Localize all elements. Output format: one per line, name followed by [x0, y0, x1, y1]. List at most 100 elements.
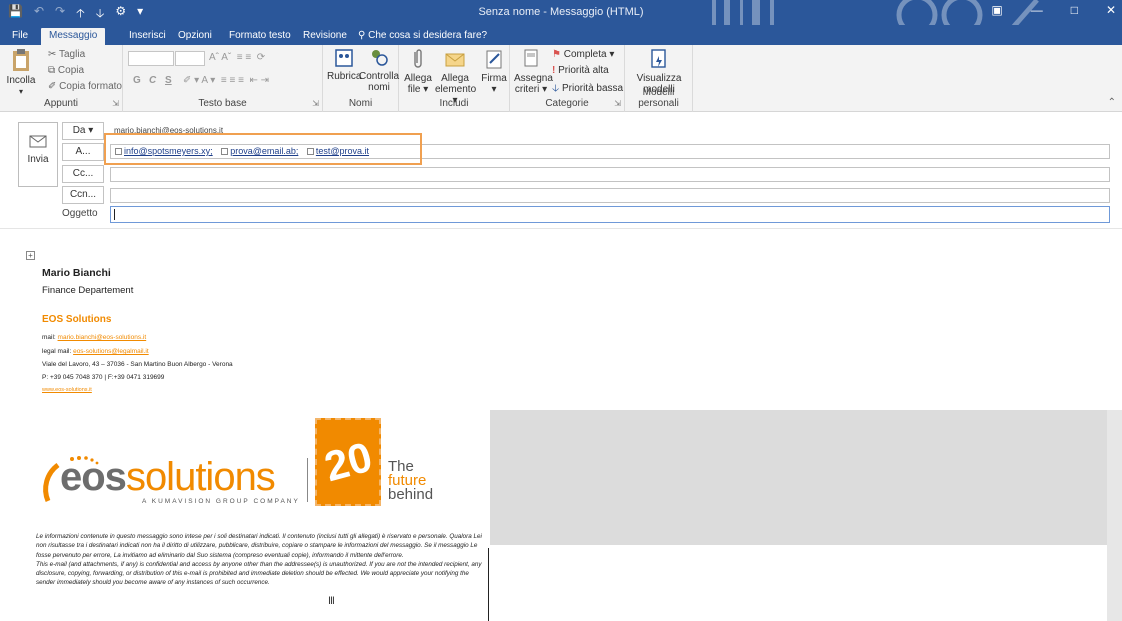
disclaimer-italian: Le informazioni contenute in questo mess…: [36, 533, 482, 559]
eos-wordmark: eossolutions: [60, 455, 276, 499]
divider: [488, 548, 489, 621]
follow-up-button[interactable]: ⚑ Completa ▾: [552, 49, 614, 60]
high-priority-button[interactable]: ! Priorità alta: [552, 65, 609, 76]
signature-company: EOS Solutions: [42, 314, 112, 325]
dialog-launcher-icon[interactable]: ⇲: [614, 99, 621, 108]
bcc-button[interactable]: Ccn...: [62, 186, 104, 204]
to-button[interactable]: A...: [62, 143, 104, 161]
paste-icon: [13, 49, 29, 71]
brush-icon: ✐: [48, 81, 57, 92]
group-appunti: Incolla ▾ ✂ Taglia ⧉ Copia ✐ Copia format…: [0, 45, 123, 112]
group-label: Nomi: [348, 98, 373, 109]
tab-opzioni[interactable]: Opzioni: [170, 28, 220, 45]
from-button[interactable]: Da ▾: [62, 122, 104, 140]
close-icon[interactable]: ✕: [1106, 3, 1116, 17]
anniversary-number: 20: [319, 432, 377, 491]
signature-legal-row: legal mail: eos-solutions@legalmail.it: [42, 348, 149, 355]
signature-icon: [486, 50, 502, 69]
format-painter-button[interactable]: ✐ Copia formato: [48, 81, 122, 92]
maximize-icon[interactable]: □: [1071, 3, 1078, 17]
ribbon: Incolla ▾ ✂ Taglia ⧉ Copia ✐ Copia format…: [0, 45, 1122, 112]
send-button[interactable]: Invia: [18, 122, 58, 187]
tab-file[interactable]: File: [4, 28, 36, 45]
group-label: Appunti: [44, 98, 78, 109]
minimize-icon[interactable]: —: [1031, 3, 1043, 17]
bcc-field[interactable]: [110, 188, 1110, 203]
down-arrow-icon: 🡣: [552, 83, 560, 94]
low-priority-button[interactable]: 🡣 Priorità bassa: [552, 81, 623, 98]
logo-slogan: The future behind: [388, 458, 434, 503]
underline-button[interactable]: S: [165, 75, 172, 86]
group-modelli-personali: Visualizza modelli Modelli personali: [625, 45, 693, 112]
bold-button[interactable]: G: [133, 75, 141, 86]
message-body[interactable]: + Mario Bianchi Finance Departement EOS …: [18, 229, 1110, 411]
group-nomi: Rubrica Controlla nomi Nomi: [323, 45, 399, 112]
assign-policy-button[interactable]: Assegna criteri ▾: [514, 48, 553, 95]
font-size-buttons[interactable]: Aˆ Aˇ ≡ ≡ ⟳: [209, 52, 265, 63]
scroll-strip[interactable]: [1107, 410, 1122, 621]
signature-button[interactable]: Firma ▾: [479, 48, 509, 95]
ribbon-tabs: File Messaggio Inserisci Opzioni Formato…: [0, 25, 1122, 45]
italic-button[interactable]: C: [149, 75, 156, 86]
ribbon-display-icon[interactable]: ▣: [991, 3, 1002, 17]
highlight-color-button[interactable]: ✐ ▾ A ▾ ≡ ≡ ≡ ⇤ ⇥: [183, 75, 269, 86]
group-label: Testo base: [198, 98, 247, 109]
group-label: Categorie: [545, 98, 589, 109]
flag-icon: ⚑: [552, 49, 561, 60]
dialog-launcher-icon[interactable]: ⇲: [112, 99, 119, 108]
signature-name: Mario Bianchi: [42, 267, 111, 279]
tell-me-search[interactable]: ⚲ Che cosa si desidera fare?: [350, 28, 495, 45]
group-label: Includi: [439, 98, 469, 109]
expand-icon[interactable]: +: [26, 251, 35, 260]
disclaimer-english: This e-mail (and attachments, if any) is…: [36, 560, 482, 587]
signature-department: Finance Departement: [42, 285, 134, 296]
scissors-icon: ✂: [48, 49, 57, 60]
copy-icon: ⧉: [48, 65, 56, 76]
assign-policy-icon: [524, 49, 538, 67]
signature-mail-row: mail: mario.bianchi@eos-solutions.it: [42, 334, 147, 341]
window-title: Senza nome - Messaggio (HTML): [478, 6, 644, 18]
font-size-select[interactable]: [175, 51, 205, 66]
collapse-ribbon-icon[interactable]: ⌃: [1108, 97, 1116, 108]
envelope-icon: [445, 53, 465, 67]
logo-divider: [307, 458, 308, 502]
text-caret: [114, 209, 115, 220]
group-label: Modelli personali: [638, 87, 679, 109]
address-book-button[interactable]: Rubrica: [327, 48, 361, 82]
tab-formato-testo[interactable]: Formato testo: [221, 28, 299, 45]
legal-disclaimer: Le informazioni contenute in questo mess…: [36, 532, 486, 588]
signature-image-overlay: eossolutions A KUMAVISION GROUP COMPANY …: [0, 410, 1122, 621]
attach-file-button[interactable]: Allega file ▾: [403, 48, 433, 95]
anniversary-stamp: 20: [315, 418, 381, 506]
cc-field[interactable]: [110, 167, 1110, 182]
legal-mail-link[interactable]: eos-solutions@legalmail.it: [73, 348, 149, 355]
templates-icon: [651, 49, 666, 68]
website-link[interactable]: www.eos-solutions.it: [42, 387, 92, 393]
send-icon: [29, 135, 47, 148]
check-names-button[interactable]: Controlla nomi: [359, 48, 399, 93]
check-names-icon: [372, 50, 388, 66]
mail-link[interactable]: mario.bianchi@eos-solutions.it: [58, 334, 147, 341]
group-includi: Allega file ▾ Allega elemento ▾ Firma ▾ Inc…: [399, 45, 510, 112]
exclamation-icon: !: [552, 65, 556, 76]
dialog-launcher-icon[interactable]: ⇲: [312, 99, 319, 108]
signature-phone: P: +39 045 7048 370 | F:+39 0471 319699: [42, 374, 165, 381]
tab-inserisci[interactable]: Inserisci: [121, 28, 174, 45]
blank-panel: [490, 545, 1107, 621]
paste-button[interactable]: Incolla ▾: [6, 48, 36, 97]
subject-label: Oggetto: [62, 208, 98, 219]
cut-button[interactable]: ✂ Taglia: [48, 49, 85, 60]
logo-tagline: A KUMAVISION GROUP COMPANY: [142, 498, 300, 505]
copy-button[interactable]: ⧉ Copia: [48, 65, 84, 76]
paperclip-icon: [414, 49, 422, 68]
group-categorie: Assegna criteri ▾ ⚑ Completa ▾ ! Priorità…: [510, 45, 625, 112]
lightbulb-icon: ⚲: [358, 30, 366, 41]
recipients-highlight-box: [104, 133, 422, 165]
tab-revisione[interactable]: Revisione: [295, 28, 355, 45]
tab-messaggio[interactable]: Messaggio: [41, 28, 106, 45]
subject-input[interactable]: [110, 206, 1110, 223]
signature-address: Viale del Lavoro, 43 – 37036 - San Marti…: [42, 361, 233, 368]
font-name-select[interactable]: [128, 51, 174, 66]
cc-button[interactable]: Cc...: [62, 165, 104, 183]
title-bar: 💾 ↶ ↷ 🡡 🡣 ⚙ ▾ Senza nome - Messaggio (HT…: [0, 0, 1122, 42]
